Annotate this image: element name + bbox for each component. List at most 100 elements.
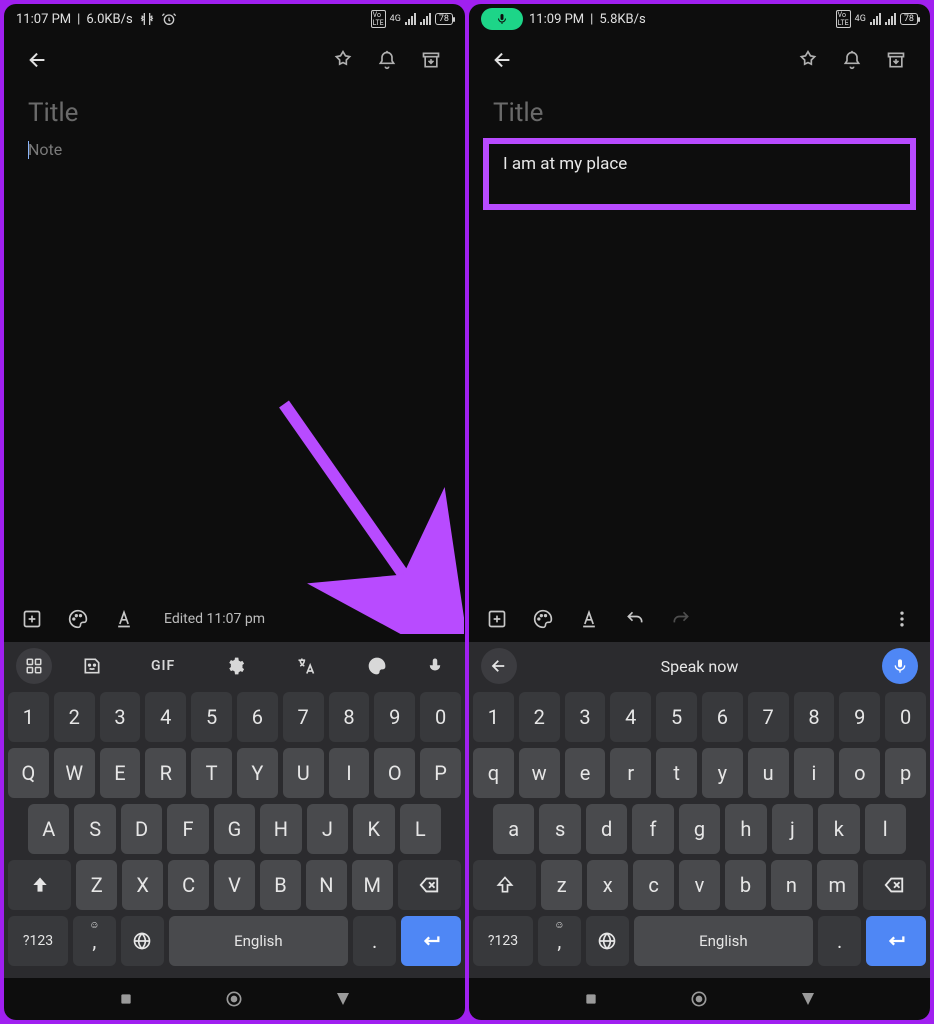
key-p[interactable]: P [420, 748, 461, 798]
space-key[interactable]: English [634, 916, 814, 966]
gif-button[interactable]: GIF [131, 658, 194, 674]
palette-button[interactable] [533, 609, 553, 629]
reminder-button[interactable] [369, 42, 405, 78]
comma-key[interactable]: ☺, [73, 916, 116, 966]
key-s[interactable]: s [539, 804, 580, 854]
key-h[interactable]: h [725, 804, 766, 854]
key-o[interactable]: O [374, 748, 415, 798]
language-key[interactable] [121, 916, 164, 966]
note-text[interactable]: I am at my place [503, 154, 627, 174]
key-l[interactable]: l [865, 804, 906, 854]
comma-key[interactable]: ☺, [538, 916, 581, 966]
archive-button[interactable] [413, 42, 449, 78]
key-u[interactable]: U [283, 748, 324, 798]
key-c[interactable]: c [633, 860, 674, 910]
back-button[interactable] [20, 42, 56, 78]
nav-recent[interactable] [118, 991, 134, 1007]
key-g[interactable]: g [679, 804, 720, 854]
space-key[interactable]: English [169, 916, 349, 966]
key-r[interactable]: R [145, 748, 186, 798]
key-e[interactable]: E [100, 748, 141, 798]
key-n[interactable]: n [771, 860, 812, 910]
key-6[interactable]: 6 [702, 692, 743, 742]
settings-icon[interactable] [203, 656, 266, 676]
more-button[interactable] [427, 609, 447, 629]
shift-key[interactable] [8, 860, 71, 910]
undo-button[interactable] [625, 609, 645, 629]
shift-key[interactable] [473, 860, 536, 910]
backspace-key[interactable] [863, 860, 926, 910]
pin-button[interactable] [325, 42, 361, 78]
reminder-button[interactable] [834, 42, 870, 78]
key-o[interactable]: o [839, 748, 880, 798]
enter-key[interactable] [401, 916, 461, 966]
period-key[interactable]: . [353, 916, 396, 966]
key-q[interactable]: q [473, 748, 514, 798]
key-0[interactable]: 0 [885, 692, 926, 742]
key-5[interactable]: 5 [656, 692, 697, 742]
key-w[interactable]: w [519, 748, 560, 798]
title-input[interactable]: Title [469, 86, 930, 132]
key-2[interactable]: 2 [519, 692, 560, 742]
key-5[interactable]: 5 [191, 692, 232, 742]
key-g[interactable]: G [214, 804, 255, 854]
archive-button[interactable] [878, 42, 914, 78]
nav-home[interactable] [689, 989, 709, 1009]
key-e[interactable]: e [565, 748, 606, 798]
apps-icon[interactable] [16, 648, 52, 684]
key-4[interactable]: 4 [610, 692, 651, 742]
pin-button[interactable] [790, 42, 826, 78]
key-9[interactable]: 9 [839, 692, 880, 742]
key-0[interactable]: 0 [420, 692, 461, 742]
key-a[interactable]: A [28, 804, 69, 854]
key-d[interactable]: d [586, 804, 627, 854]
key-j[interactable]: j [772, 804, 813, 854]
key-v[interactable]: v [679, 860, 720, 910]
key-y[interactable]: Y [237, 748, 278, 798]
key-s[interactable]: S [74, 804, 115, 854]
key-v[interactable]: V [214, 860, 255, 910]
nav-home[interactable] [224, 989, 244, 1009]
key-u[interactable]: u [748, 748, 789, 798]
key-7[interactable]: 7 [748, 692, 789, 742]
text-format-button[interactable] [579, 609, 599, 629]
translate-icon[interactable] [274, 656, 337, 676]
key-w[interactable]: W [54, 748, 95, 798]
key-8[interactable]: 8 [329, 692, 370, 742]
key-b[interactable]: B [260, 860, 301, 910]
key-b[interactable]: b [725, 860, 766, 910]
key-9[interactable]: 9 [374, 692, 415, 742]
key-i[interactable]: I [329, 748, 370, 798]
key-x[interactable]: X [122, 860, 163, 910]
key-k[interactable]: k [818, 804, 859, 854]
title-input[interactable]: Title [4, 86, 465, 132]
key-z[interactable]: Z [76, 860, 117, 910]
mic-active-button[interactable] [882, 648, 918, 684]
mic-button[interactable] [417, 657, 453, 675]
note-input[interactable]: Note [4, 132, 465, 167]
period-key[interactable]: . [818, 916, 861, 966]
key-t[interactable]: T [191, 748, 232, 798]
nav-back[interactable] [799, 990, 817, 1008]
key-x[interactable]: x [587, 860, 628, 910]
key-1[interactable]: 1 [473, 692, 514, 742]
nav-back[interactable] [334, 990, 352, 1008]
key-c[interactable]: C [168, 860, 209, 910]
key-2[interactable]: 2 [54, 692, 95, 742]
key-q[interactable]: Q [8, 748, 49, 798]
key-m[interactable]: M [352, 860, 393, 910]
nav-recent[interactable] [583, 991, 599, 1007]
key-1[interactable]: 1 [8, 692, 49, 742]
symbols-key[interactable]: ?123 [473, 916, 533, 966]
add-button[interactable] [487, 609, 507, 629]
key-j[interactable]: J [307, 804, 348, 854]
key-k[interactable]: K [353, 804, 394, 854]
key-3[interactable]: 3 [100, 692, 141, 742]
theme-icon[interactable] [346, 656, 409, 676]
back-button[interactable] [485, 42, 521, 78]
key-m[interactable]: m [817, 860, 858, 910]
key-y[interactable]: y [702, 748, 743, 798]
key-r[interactable]: r [610, 748, 651, 798]
key-3[interactable]: 3 [565, 692, 606, 742]
key-a[interactable]: a [493, 804, 534, 854]
